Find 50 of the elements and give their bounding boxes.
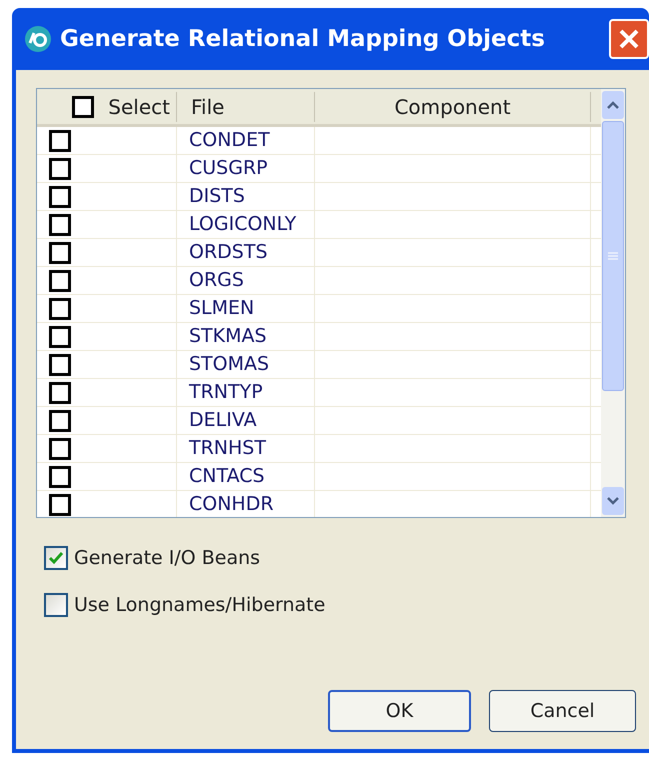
- scroll-up-button[interactable]: [602, 91, 624, 119]
- row-checkbox[interactable]: [49, 158, 71, 180]
- file-name: CUSGRP: [189, 156, 268, 182]
- file-name: TRNTYP: [189, 380, 263, 406]
- vertical-scrollbar[interactable]: [601, 89, 625, 517]
- row-checkbox[interactable]: [49, 354, 71, 376]
- row-checkbox[interactable]: [49, 382, 71, 404]
- checkbox-label: Use Longnames/Hibernate: [74, 592, 326, 618]
- file-name: CONHDR: [189, 492, 274, 517]
- file-name: LOGICONLY: [189, 212, 296, 238]
- checkmark-icon: [48, 551, 64, 566]
- scroll-down-button[interactable]: [602, 487, 624, 515]
- file-name: CNTACS: [189, 464, 265, 490]
- row-checkbox[interactable]: [49, 298, 71, 320]
- select-all-checkbox[interactable]: [72, 96, 94, 118]
- file-name: DISTS: [189, 184, 245, 210]
- checkbox[interactable]: [44, 592, 68, 617]
- window-title: Generate Relational Mapping Objects: [60, 24, 545, 54]
- file-name: CONDET: [189, 128, 270, 154]
- scroll-thumb[interactable]: [602, 121, 624, 391]
- file-name: ORDSTS: [189, 240, 268, 266]
- column-header[interactable]: Component: [394, 94, 511, 118]
- row-checkbox[interactable]: [49, 214, 71, 236]
- row-checkbox[interactable]: [49, 438, 71, 460]
- row-checkbox[interactable]: [49, 466, 71, 488]
- file-name: STOMAS: [189, 352, 270, 378]
- row-checkbox[interactable]: [49, 186, 71, 208]
- dialog-button[interactable]: Cancel: [489, 690, 636, 732]
- close-icon: [618, 28, 640, 50]
- row-checkbox[interactable]: [49, 494, 71, 516]
- column-header[interactable]: Select: [108, 92, 170, 122]
- file-name: SLMEN: [189, 296, 254, 322]
- dialog-button[interactable]: OK: [328, 690, 471, 732]
- file-name: DELIVA: [189, 408, 257, 434]
- caret-up-icon: [607, 101, 619, 109]
- file-name: TRNHST: [189, 436, 266, 462]
- close-button[interactable]: [609, 19, 649, 59]
- file-name: STKMAS: [189, 324, 267, 350]
- row-checkbox[interactable]: [49, 410, 71, 432]
- grip-icon: [608, 252, 618, 260]
- caret-down-icon: [607, 497, 619, 505]
- row-checkbox[interactable]: [49, 326, 71, 348]
- row-checkbox[interactable]: [49, 270, 71, 292]
- checkbox-label: Generate I/O Beans: [74, 546, 260, 571]
- row-checkbox[interactable]: [49, 130, 71, 152]
- file-name: ORGS: [189, 268, 244, 294]
- row-checkbox[interactable]: [49, 242, 71, 264]
- app-logo-icon: [24, 25, 52, 53]
- checkbox[interactable]: [44, 546, 68, 570]
- column-header[interactable]: File: [191, 94, 224, 118]
